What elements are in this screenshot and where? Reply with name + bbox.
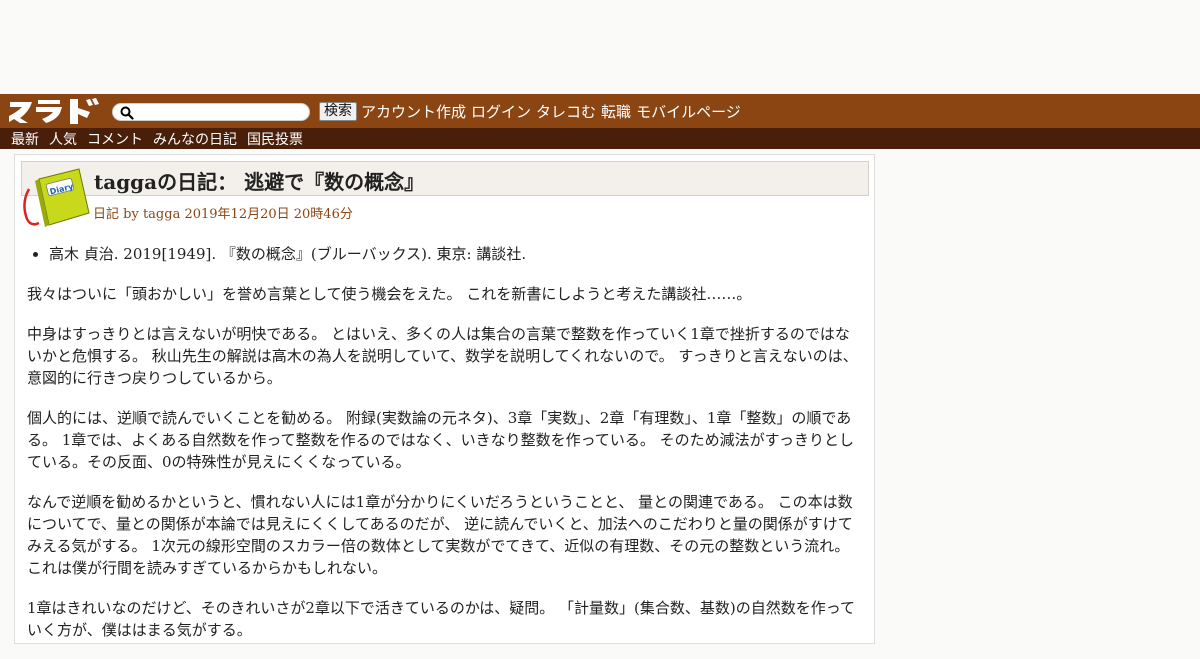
jobs-link[interactable]: 転職	[601, 101, 631, 122]
reference-item: 高木 貞治. 2019[1949]. 『数の概念』(ブルーバックス). 東京: …	[49, 243, 863, 265]
nav-polls[interactable]: 国民投票	[247, 129, 303, 149]
submit-story-link[interactable]: タレコむ	[536, 101, 596, 122]
search-box	[112, 103, 310, 121]
section-navigation-bar: 最新 人気 コメント みんなの日記 国民投票	[0, 128, 1200, 149]
entry-body: 高木 貞治. 2019[1949]. 『数の概念』(ブルーバックス). 東京: …	[27, 243, 863, 659]
site-logo[interactable]	[8, 97, 104, 125]
slashdot-jp-logo-icon	[9, 98, 99, 124]
search-icon	[120, 106, 134, 120]
search-button[interactable]: 検索	[319, 101, 357, 121]
entry-meta: 日記 by tagga 2019年12月20日 20時46分	[93, 203, 353, 222]
nav-everyones-diary[interactable]: みんなの日記	[153, 129, 237, 149]
meta-by: by	[119, 207, 143, 222]
entry-title-box: taggaの日記： 逃避で『数の概念』	[21, 161, 869, 196]
category-link[interactable]: 日記	[93, 207, 119, 222]
nav-latest[interactable]: 最新	[11, 129, 39, 149]
reference-list: 高木 貞治. 2019[1949]. 『数の概念』(ブルーバックス). 東京: …	[27, 243, 863, 265]
author-link[interactable]: tagga	[143, 207, 180, 222]
nav-popular[interactable]: 人気	[49, 129, 77, 149]
body-paragraph: 個人的には、逆順で読んでいくことを勧める。 附録(実数論の元ネタ)、3章「実数」…	[27, 409, 854, 471]
body-paragraph: なんで逆順を勧めるかというと、慣れない人には1章が分かりにくいだろうということと…	[27, 493, 853, 577]
login-link[interactable]: ログイン	[471, 101, 531, 122]
body-paragraph: 中身はすっきりとは言えないが明快である。 とはいえ、多くの人は集合の言葉で整数を…	[27, 325, 858, 387]
nav-comments[interactable]: コメント	[87, 129, 143, 149]
top-navigation-bar: 検索 アカウント作成 ログイン タレコむ 転職 モバイルページ	[0, 94, 1200, 128]
entry-date: 2019年12月20日 20時46分	[180, 207, 353, 222]
create-account-link[interactable]: アカウント作成	[361, 101, 466, 122]
journal-entry: taggaの日記： 逃避で『数の概念』 Diary 日記 by tagga 20…	[14, 154, 875, 644]
mobile-page-link[interactable]: モバイルページ	[636, 101, 741, 122]
body-paragraph: 1章はきれいなのだけど、そのきれいさが2章以下で活きているのかは、疑問。 「計量…	[27, 599, 856, 639]
entry-title[interactable]: taggaの日記： 逃避で『数の概念』	[94, 166, 424, 195]
account-links: アカウント作成 ログイン タレコむ 転職 モバイルページ	[361, 101, 746, 122]
body-paragraph: 我々はついに「頭おかしい」を誉め言葉として使う機会をえた。 これを新書にしようと…	[27, 285, 752, 303]
search-input[interactable]	[139, 105, 304, 119]
diary-book-icon[interactable]: Diary	[23, 163, 93, 229]
